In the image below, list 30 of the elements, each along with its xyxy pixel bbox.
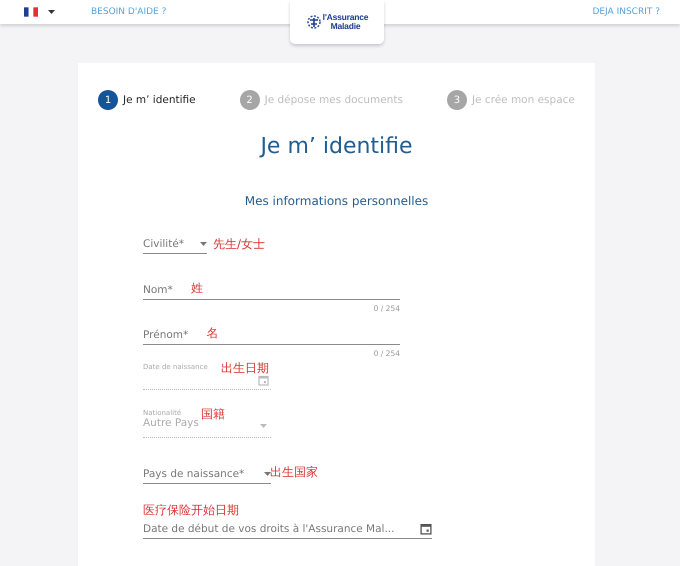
login-link[interactable]: DEJA INSCRIT ?: [592, 7, 660, 17]
annotation: 国籍: [201, 406, 225, 423]
step-label[interactable]: Je m’ identifie: [123, 94, 196, 106]
annotation: 出生日期: [221, 360, 269, 377]
help-link[interactable]: BESOIN D'AIDE ?: [91, 7, 166, 17]
step-number: 1: [98, 90, 118, 110]
logo-emblem-icon: [306, 14, 322, 30]
annotation: 名: [206, 325, 218, 342]
annotation: 出生国家: [270, 464, 318, 481]
page-title: Je m’ identifie: [258, 134, 414, 159]
dropdown-caret-icon: [264, 472, 271, 476]
date-field[interactable]: Date de début de vos droits à l'Assurance Mal...: [143, 519, 432, 539]
logo-text: l'Assurance Maladie: [322, 13, 368, 31]
annotation: 医疗保险开始日期: [143, 502, 239, 519]
calendar-icon: [420, 522, 432, 534]
caret-icon[interactable]: [48, 10, 55, 14]
flag-icon[interactable]: [24, 7, 38, 17]
section-title: Mes informations personnelles: [244, 194, 430, 208]
text-input[interactable]: Nom* 姓: [143, 280, 400, 300]
calendar-icon: [258, 375, 269, 386]
logo-tab[interactable]: l'Assurance Maladie: [290, 0, 384, 44]
annotation: 姓: [190, 280, 203, 297]
select-field[interactable]: Pays de naissance*: [143, 464, 271, 484]
select-field[interactable]: Civilité*: [143, 234, 207, 254]
step-number: 2: [240, 90, 260, 110]
dropdown-caret-icon: [200, 242, 207, 246]
dropdown-caret-icon: [260, 424, 267, 428]
annotation: 先生/女士: [213, 236, 266, 253]
text-input[interactable]: Prénom* 名: [143, 325, 400, 345]
step-number: 3: [446, 90, 467, 110]
